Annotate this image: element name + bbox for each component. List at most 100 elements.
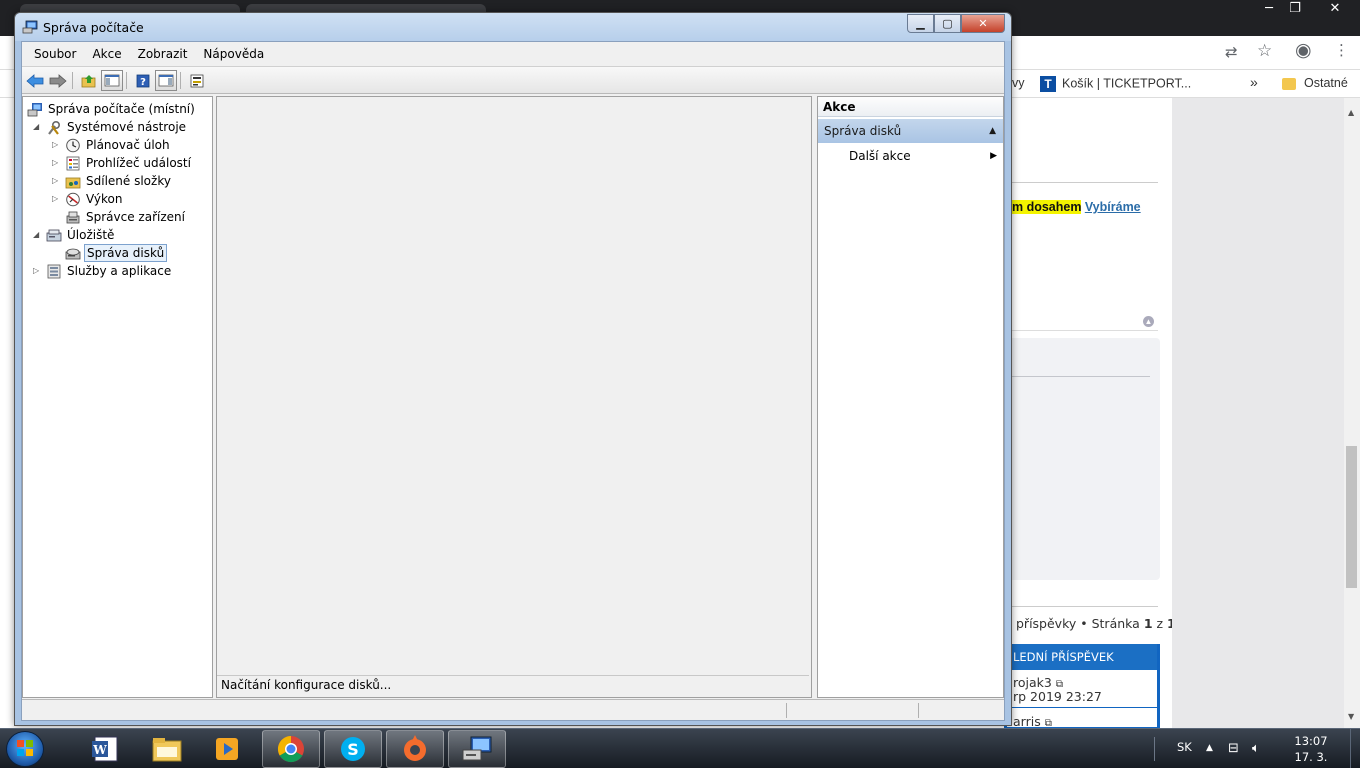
menu-view[interactable]: Zobrazit [130,42,196,66]
close-button[interactable]: ✕ [961,14,1005,33]
taskbar-chrome[interactable] [262,730,320,768]
volume-icon[interactable]: 🔈︎ [1252,729,1260,768]
expand-arrow-icon[interactable]: ▷ [52,172,62,190]
collapse-arrow-icon[interactable]: ◢ [33,226,43,244]
show-hide-tree-button[interactable] [101,70,123,91]
computer-management-icon [462,736,492,761]
console-tree: Správa počítače (místní) ◢ Systémové nás… [22,96,213,698]
last-post-header: LEDNÍ PŘÍSPĚVEK [1007,644,1157,670]
bookmark-item-ticketportal[interactable]: T Košík | TICKETPORT... [1040,76,1191,92]
back-button[interactable] [24,70,46,91]
back-arrow-icon [26,73,44,88]
forward-button[interactable] [47,70,69,91]
caption-buttons: ▁ ▢ ✕ [907,14,1005,33]
second-post-author[interactable]: arris ⧉ [1013,714,1052,729]
help-button[interactable]: ? [132,70,154,91]
results-pane: Načítání konfigurace disků... [216,96,812,698]
collapse-caret-icon[interactable]: ▲ [989,119,996,143]
tree-label-selected: Správa disků [84,244,168,262]
clock[interactable]: 13:07 17. 3. 2020 [1280,733,1342,768]
svg-text:S: S [347,740,359,759]
browser-restore-icon[interactable]: ❐ [1282,0,1308,18]
taskbar-computer-management[interactable] [448,730,506,768]
pagination-text: příspěvky • Stránka 1 z 1 [1016,616,1176,631]
system-tools-icon [48,120,61,135]
browser-minimize-icon[interactable]: ─ [1256,0,1282,18]
taskbar-skype[interactable]: S [324,730,382,768]
profile-icon[interactable]: ◉ [1295,39,1312,61]
maximize-button[interactable]: ▢ [934,14,961,33]
browser-close-icon[interactable]: ✕ [1322,0,1348,18]
bookmark-folder-other[interactable]: Ostatné [1282,76,1348,90]
forum-link[interactable]: Vybíráme [1085,200,1141,214]
computer-management-icon [22,20,38,34]
tree-label: Systémové nástroje [67,120,187,134]
collapse-arrow-icon[interactable]: ◢ [33,118,43,136]
tree-label: Správa počítače (místní) [48,102,195,116]
forward-arrow-icon [49,73,67,88]
expand-arrow-icon[interactable]: ▷ [52,190,62,208]
actions-section-disk-management[interactable]: Správa disků ▲ [818,119,1003,143]
scroll-top-icon[interactable]: ▲ [1143,316,1154,327]
submenu-arrow-icon: ▶ [990,151,997,161]
author-name: arris [1013,714,1041,729]
start-button[interactable] [6,731,44,767]
expand-arrow-icon[interactable]: ▷ [33,262,43,280]
star-icon[interactable]: ☆ [1257,41,1272,61]
expand-arrow-icon[interactable]: ▷ [52,154,62,172]
status-bar-divider [786,703,787,718]
menu-file[interactable]: Soubor [26,42,84,66]
loading-status-text: Načítání konfigurace disků... [217,675,809,695]
bookmarks-overflow-button[interactable]: » [1250,74,1258,90]
device-manager-icon [66,211,80,224]
divider [1012,376,1150,377]
help-icon: ? [136,74,150,88]
network-icon[interactable]: ⊟ [1228,729,1239,768]
menu-dots-icon[interactable]: ⋮ [1334,41,1349,59]
scroll-down-icon[interactable]: ▼ [1348,712,1354,721]
show-hidden-icons-icon[interactable]: ▲ [1206,729,1213,768]
minimize-button[interactable]: ▁ [907,14,934,33]
taskbar-word[interactable]: W [76,730,134,768]
up-button[interactable] [78,70,100,91]
action-more-actions[interactable]: Další akce ▶ [818,145,1003,167]
chrome-icon [277,735,304,763]
taskbar-explorer[interactable] [138,730,196,768]
language-indicator[interactable]: SK [1177,729,1192,768]
toolbar: ? [22,66,1004,94]
scrollbar-thumb[interactable] [1346,446,1357,588]
last-post-box: LEDNÍ PŘÍSPĚVEK rojak3 ⧉ rp 2019 23:27 a… [1004,644,1160,730]
show-desktop-button[interactable] [1350,729,1360,768]
clock-date: 17. 3. 2020 [1294,750,1328,768]
divider [1012,182,1158,183]
tree-label: Sdílené složky [86,174,171,188]
window-title-bar[interactable]: Správa počítače ▁ ▢ ✕ [15,13,1011,41]
tree-label: Služby a aplikace [67,264,172,278]
browser-scrollbar[interactable]: ▲ ▼ [1344,98,1360,728]
properties-button[interactable] [186,70,208,91]
scroll-up-icon[interactable]: ▲ [1348,108,1354,117]
menu-action[interactable]: Akce [84,42,129,66]
last-post-author[interactable]: rojak3 ⧉ [1013,675,1063,690]
highlighted-text: m dosahem [1012,200,1082,214]
actions-pane: Akce Správa disků ▲ Další akce ▶ [817,96,1004,698]
origin-icon [404,735,426,761]
page-right-gutter [1172,98,1344,728]
media-player-icon [216,738,238,760]
menu-help[interactable]: Nápověda [195,42,272,66]
computer-management-icon [27,103,42,117]
expand-arrow-icon[interactable]: ▷ [52,136,62,154]
bookmark-label: Košík | TICKETPORT... [1062,76,1192,91]
show-hide-action-pane-button[interactable] [155,70,177,91]
taskbar-origin[interactable] [386,730,444,768]
menu-bar: Soubor Akce Zobrazit Nápověda [22,42,1004,66]
translate-icon[interactable]: ⇄ [1225,43,1238,61]
actions-header: Akce [818,97,1003,117]
divider [1012,606,1158,607]
tree-label: Plánovač úloh [86,138,170,152]
taskbar-media-player[interactable] [198,730,256,768]
skype-icon: S [341,737,365,761]
storage-icon [46,229,62,242]
bookmark-item[interactable]: vy [1012,76,1025,90]
tree-label: Úložiště [67,228,115,242]
